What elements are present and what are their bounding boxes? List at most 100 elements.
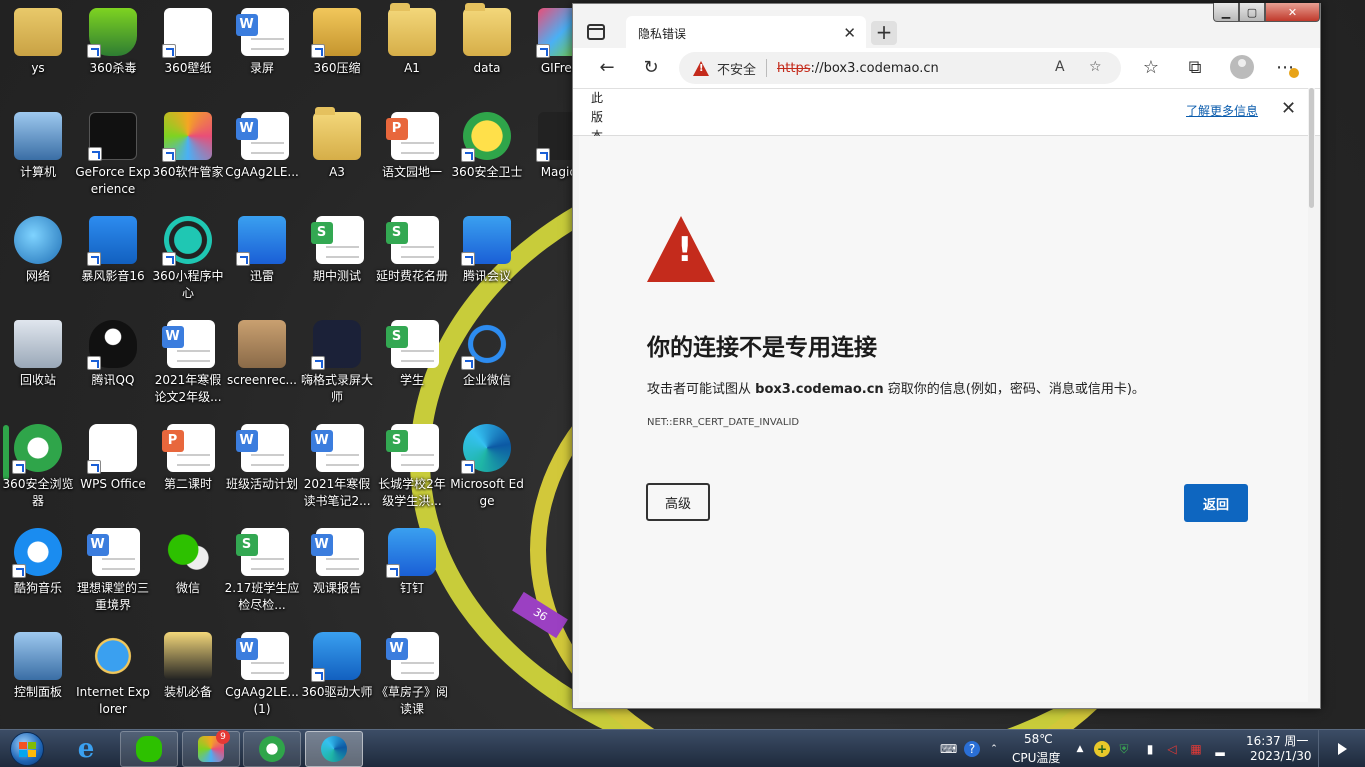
desktop-icon-label: 酷狗音乐 [13,581,62,595]
clock-time[interactable]: 16:37 周一 [1246,732,1308,749]
taskbar-ie[interactable]: e [57,731,115,767]
desktop-icon[interactable]: W CgAAg2LE... [224,106,300,206]
new-tab-button[interactable]: + [871,21,897,45]
read-aloud-icon[interactable]: A [1055,59,1065,75]
box-icon [238,320,286,368]
doc-w-icon: W [161,320,215,368]
desktop-icon-label: 企业微信 [462,373,511,387]
desktop-icon[interactable]: 360驱动大师 [299,626,375,726]
desktop-icon[interactable]: 回收站 [0,314,76,414]
tab-privacy-error[interactable]: 隐私错误 ✕ [626,16,866,50]
help-icon[interactable]: ? [964,741,980,757]
desktop-icon[interactable]: W 班级活动计划 [224,418,300,518]
desktop-icon[interactable]: ys [0,2,76,102]
learn-more-link[interactable]: 了解更多信息 [1186,102,1258,119]
desktop-icon[interactable]: 钉钉 [374,522,450,622]
taskbar-wechat[interactable] [120,731,178,767]
signal-icon[interactable]: ▂ [1212,741,1228,757]
edge-icon [461,424,511,474]
desktop-icon[interactable]: 360安全浏览器 [0,418,76,518]
collections-icon[interactable]: ⧉ [1183,56,1207,80]
desktop-icon[interactable]: W 录屏 [224,2,300,102]
taskbar: e 9 ⌨ ? ⌃ 58℃ CPU温度 ▲ + ⛨ ▮ ◁ ▦ ▂ 16:37 … [0,729,1365,767]
battery-icon[interactable]: ▮ [1142,741,1158,757]
desktop-icon[interactable]: 暴风影音16 [75,210,151,310]
desktop-icon[interactable]: 微信 [150,522,226,622]
tab-actions-icon[interactable] [587,24,605,40]
advanced-button[interactable]: 高级 [646,483,710,521]
error-desc-after: 窃取你的信息(例如，密码、消息或信用卡)。 [883,382,1145,397]
keyboard-icon[interactable]: ⌨ [940,741,957,757]
360-tray-icon[interactable]: + [1094,741,1110,757]
desktop-icon[interactable]: 腾讯QQ [75,314,151,414]
desktop-icon[interactable]: W 2021年寒假读书笔记2... [299,418,375,518]
back-arrow-icon[interactable]: ← [595,56,619,80]
desktop-icon[interactable]: 嗨格式录屏大师 [299,314,375,414]
desktop-icon[interactable]: 迅雷 [224,210,300,310]
desktop-icon[interactable]: S 延时费花名册 [374,210,450,310]
show-hidden-icons[interactable]: ▲ [1072,741,1088,757]
desktop-icon[interactable]: 控制面板 [0,626,76,726]
desktop-icon[interactable]: screenrec... [224,314,300,414]
profile-avatar[interactable] [1230,55,1254,79]
insecure-label[interactable]: 不安全 [717,59,756,78]
desktop-icon[interactable]: W 观课报告 [299,522,375,622]
show-desktop-button[interactable] [1318,730,1365,767]
shield-green-icon [87,8,137,58]
desktop-icon-label: 学生 [399,373,424,387]
desktop-icon[interactable]: data [449,2,525,102]
desktop-icon[interactable]: GeForce Experience [75,106,151,206]
control-icon [14,632,62,680]
desktop-icon[interactable]: Microsoft Edge [449,418,525,518]
refresh-icon[interactable]: ↻ [639,56,663,80]
taskbar-edge[interactable] [305,731,363,767]
desktop-icon[interactable]: 360杀毒 [75,2,151,102]
desktop-icon[interactable]: 计算机 [0,106,76,206]
desktop-icon[interactable]: S 2.17班学生应检尽检... [224,522,300,622]
desktop-icon[interactable]: 网络 [0,210,76,310]
tab-close-icon[interactable]: ✕ [843,24,856,42]
desktop-icon[interactable]: W 2021年寒假论文2年级... [150,314,226,414]
volume-muted-icon[interactable]: ◁ [1164,741,1180,757]
edge-window[interactable]: ▁ ▢ ✕ 隐私错误 ✕ + ← ↻ 不安全 https ://box3.cod… [572,3,1321,709]
desktop-icon[interactable]: 360压缩 [299,2,375,102]
desktop-icon[interactable]: S 长城学校2年级学生洪... [374,418,450,518]
desktop-icon[interactable]: Internet Explorer [75,626,151,726]
taskbar-360soft[interactable]: 9 [182,730,240,767]
desktop-icon[interactable]: 360软件管家 [150,106,226,206]
scrollbar[interactable] [1308,88,1315,702]
desktop-icon[interactable]: A3 [299,106,375,206]
add-favorite-icon[interactable]: ☆ [1089,59,1102,75]
desktop-icon[interactable]: 360小程序中心 [150,210,226,310]
shield-tray-icon[interactable]: ⛨ [1116,741,1132,757]
desktop-icon[interactable]: P 语文园地一 [374,106,450,206]
desktop-icon[interactable]: 360安全卫士 [449,106,525,206]
desktop-icon[interactable]: P 第二课时 [150,418,226,518]
desktop-icon-label: 理想课堂的三重境界 [76,581,149,612]
tray-chevron-icon[interactable]: ⌃ [986,741,1002,757]
address-bar[interactable]: 不安全 https ://box3.codemao.cn A ☆ [679,52,1121,84]
desktop-icon[interactable]: S 期中测试 [299,210,375,310]
favorites-icon[interactable]: ☆ [1139,56,1163,80]
desktop-icon[interactable]: WPS Office [75,418,151,518]
go-back-button[interactable]: 返回 [1184,484,1248,522]
infobar-close-icon[interactable]: ✕ [1281,98,1296,119]
desktop-icon[interactable]: A1 [374,2,450,102]
desktop-icon[interactable]: W 理想课堂的三重境界 [75,522,151,622]
desktop-icon[interactable]: S 学生 [374,314,450,414]
network-error-icon[interactable]: ▦ [1188,741,1204,757]
desktop-icon[interactable]: 360壁纸 [150,2,226,102]
start-button[interactable] [4,730,50,767]
desktop-icon[interactable]: 企业微信 [449,314,525,414]
desktop-icon[interactable]: 酷狗音乐 [0,522,76,622]
360safe-icon [461,112,511,162]
desktop-icon[interactable]: 腾讯会议 [449,210,525,310]
desktop-icon-label: 360安全浏览器 [2,477,74,508]
warning-icon[interactable] [693,60,709,76]
desktop-icon[interactable]: W CgAAg2LE...(1) [224,626,300,726]
scrollbar-thumb[interactable] [1309,88,1314,208]
desktop-icon[interactable]: 装机必备 [150,626,226,726]
clock-date[interactable]: 2023/1/30 [1250,749,1312,763]
taskbar-360browser[interactable] [243,731,301,767]
desktop-icon[interactable]: W 《草房子》阅读课 [374,626,450,726]
